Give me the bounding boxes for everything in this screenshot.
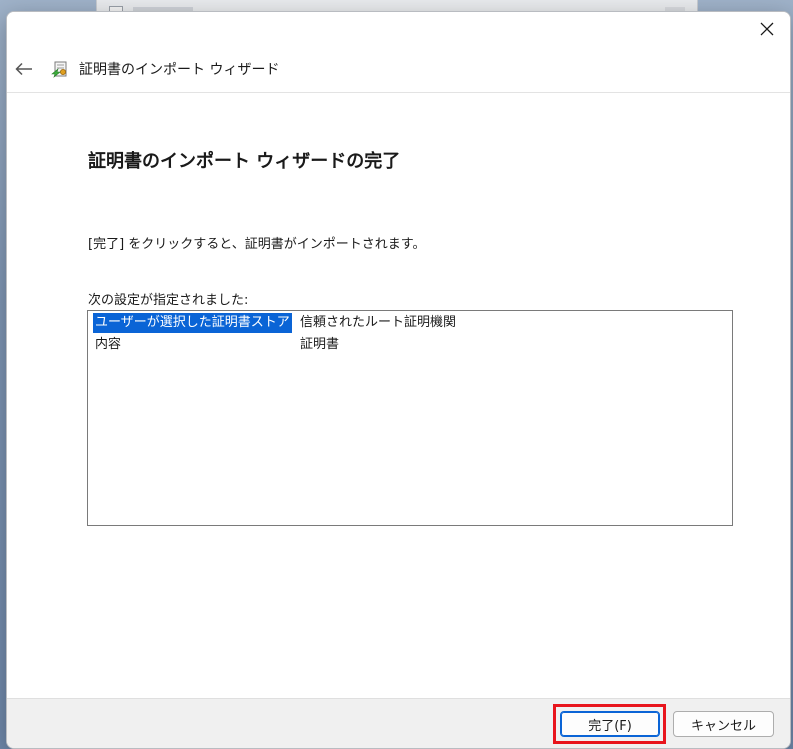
wizard-title: 証明書のインポート ウィザード <box>79 62 280 78</box>
settings-key: 内容 <box>95 337 122 352</box>
button-bar: 完了(F) キャンセル <box>7 698 790 748</box>
back-button[interactable] <box>11 56 37 82</box>
page-title: 証明書のインポート ウィザードの完了 <box>88 151 401 172</box>
back-arrow-icon <box>15 62 32 76</box>
certificate-icon <box>51 61 67 78</box>
settings-row-content[interactable]: 内容 証明書 <box>88 333 732 355</box>
title-bar <box>7 12 790 46</box>
close-icon <box>760 22 774 36</box>
instruction-text: [完了] をクリックすると、証明書がインポートされます。 <box>88 237 426 252</box>
settings-list[interactable]: ユーザーが選択した証明書ストア 信頼されたルート証明機関 内容 証明書 <box>87 310 733 526</box>
cancel-button[interactable]: キャンセル <box>673 711 774 737</box>
settings-value: 証明書 <box>300 337 340 352</box>
settings-key: ユーザーが選択した証明書ストア <box>93 313 292 333</box>
close-button[interactable] <box>744 12 790 46</box>
wizard-nav-bar: 証明書のインポート ウィザード <box>7 46 790 93</box>
certificate-import-wizard-dialog: 証明書のインポート ウィザード 証明書のインポート ウィザードの完了 [完了] … <box>6 11 791 749</box>
settings-row-store[interactable]: ユーザーが選択した証明書ストア 信頼されたルート証明機関 <box>88 311 732 333</box>
settings-value: 信頼されたルート証明機関 <box>300 315 457 330</box>
finish-button[interactable]: 完了(F) <box>560 711 660 737</box>
settings-label: 次の設定が指定されました: <box>88 293 249 308</box>
